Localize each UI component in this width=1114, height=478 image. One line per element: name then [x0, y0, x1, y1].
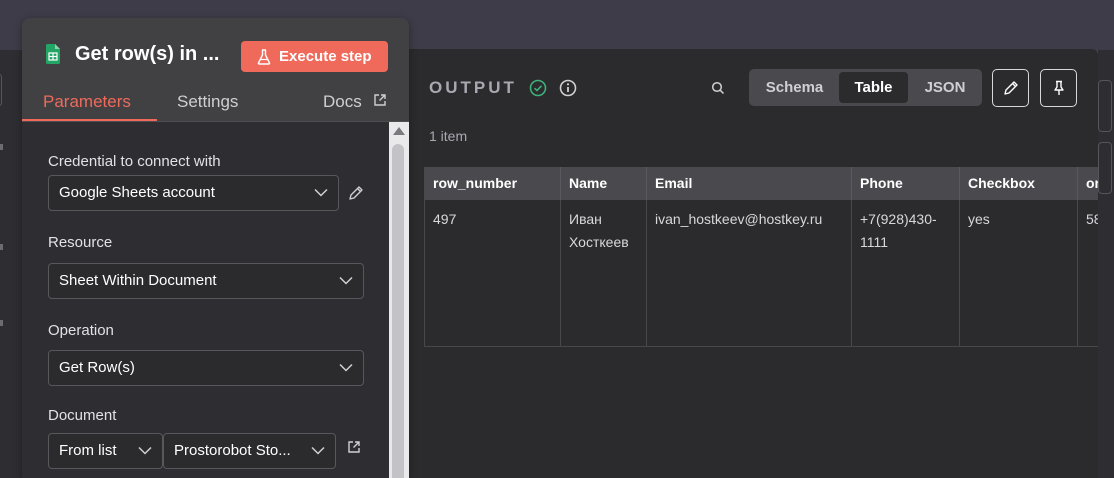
canvas-node-edge: [1098, 142, 1112, 194]
view-table-button[interactable]: Table: [839, 72, 908, 103]
document-label: Document: [48, 407, 117, 424]
table-cell: +7(928)430-1111: [852, 200, 960, 346]
tab-parameters[interactable]: Parameters: [43, 92, 131, 112]
tab-docs[interactable]: Docs: [323, 92, 362, 112]
canvas-node-edge: [0, 74, 2, 106]
output-panel: OUTPUT Schema Table JSON 1 item row_numb…: [390, 49, 1098, 478]
canvas-tick: [0, 244, 3, 250]
document-select[interactable]: Prostorobot Sto...: [163, 433, 336, 469]
canvas-tick: [0, 144, 3, 150]
table-cell: ivan_hostkeev@hostkey.ru: [647, 200, 852, 346]
parameters-content: Credential to connect with Google Sheets…: [22, 122, 389, 478]
item-count: 1 item: [429, 128, 468, 144]
flask-icon: [257, 49, 271, 65]
pencil-icon: [1004, 81, 1018, 95]
column-header[interactable]: row_number: [425, 167, 561, 200]
column-header[interactable]: Email: [647, 167, 852, 200]
info-icon[interactable]: [559, 79, 577, 97]
resource-value: Sheet Within Document: [59, 272, 217, 289]
canvas-tick: [0, 320, 3, 326]
column-header[interactable]: Checkbox: [960, 167, 1078, 200]
operation-value: Get Row(s): [59, 359, 135, 376]
table-header: row_number Name Email Phone Checkbox or: [425, 167, 1098, 200]
credential-label: Credential to connect with: [48, 153, 221, 170]
scrollbar-thumb[interactable]: [392, 144, 404, 478]
canvas-node-edge: [1098, 80, 1112, 132]
canvas-right: [1098, 50, 1114, 478]
view-json-button[interactable]: JSON: [911, 72, 979, 103]
column-header[interactable]: Phone: [852, 167, 960, 200]
view-switcher: Schema Table JSON: [749, 69, 982, 106]
table-cell: Иван Хосткеев: [561, 200, 647, 346]
table-cell: yes: [960, 200, 1078, 346]
chevron-down-icon: [339, 276, 353, 285]
execute-step-button[interactable]: Execute step: [241, 41, 388, 72]
external-link-icon[interactable]: [347, 440, 361, 454]
search-icon[interactable]: [711, 81, 725, 95]
credential-select[interactable]: Google Sheets account: [48, 175, 339, 211]
operation-label: Operation: [48, 322, 114, 339]
view-schema-button[interactable]: Schema: [753, 72, 836, 103]
chevron-down-icon: [138, 446, 152, 455]
table-cell: 58: [1086, 211, 1098, 227]
external-link-icon[interactable]: [373, 93, 387, 107]
google-sheets-icon: [46, 44, 60, 64]
node-parameters-panel: Get row(s) in ... Execute step Parameter…: [22, 18, 409, 478]
pin-icon: [1054, 80, 1064, 95]
document-mode-value: From list: [59, 442, 117, 459]
resource-label: Resource: [48, 234, 113, 251]
output-title: OUTPUT: [429, 78, 517, 97]
column-header[interactable]: Name: [561, 167, 647, 200]
resource-select[interactable]: Sheet Within Document: [48, 263, 364, 299]
table-cell: 497: [425, 200, 561, 346]
chevron-down-icon: [314, 188, 328, 197]
node-title[interactable]: Get row(s) in ...: [75, 43, 219, 66]
document-value: Prostorobot Sto...: [174, 442, 291, 459]
chevron-down-icon: [311, 446, 325, 455]
output-table: row_number Name Email Phone Checkbox or …: [424, 167, 1098, 347]
check-circle-icon: [529, 79, 547, 97]
execute-step-label: Execute step: [279, 48, 372, 65]
tab-settings[interactable]: Settings: [177, 92, 238, 112]
pencil-icon[interactable]: [348, 185, 364, 201]
pin-output-button[interactable]: [1040, 69, 1077, 107]
document-mode-select[interactable]: From list: [48, 433, 163, 469]
credential-value: Google Sheets account: [59, 184, 215, 201]
chevron-down-icon: [339, 363, 353, 372]
scrollbar[interactable]: [389, 122, 409, 478]
scroll-up-arrow[interactable]: [393, 127, 405, 135]
column-header[interactable]: or: [1078, 167, 1098, 200]
edit-output-button[interactable]: [992, 69, 1029, 107]
operation-select[interactable]: Get Row(s): [48, 350, 364, 386]
